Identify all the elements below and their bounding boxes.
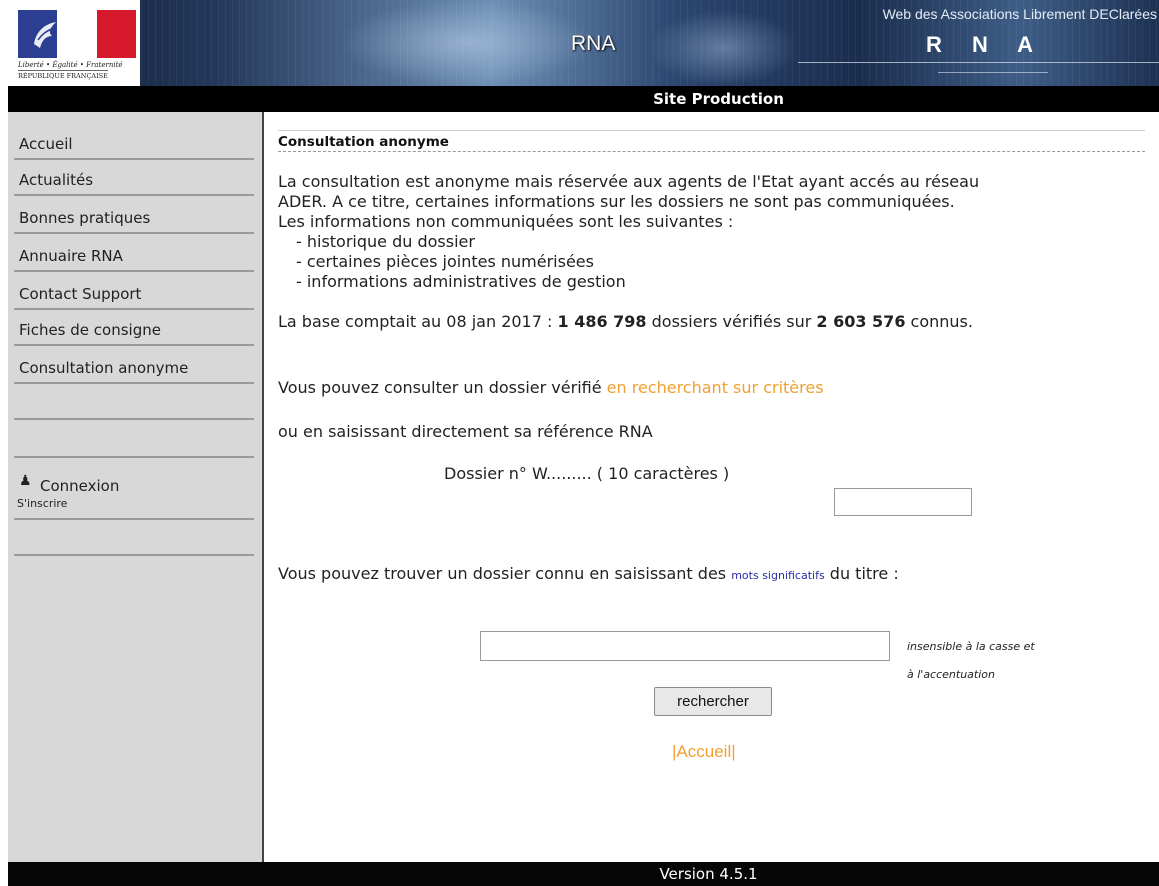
sidebar-divider xyxy=(14,520,254,556)
stats-verified-count: 1 486 798 xyxy=(557,312,647,331)
header-divider xyxy=(938,72,1048,73)
banner-decoration xyxy=(338,0,598,86)
intro-line: Les informations non communiquées sont l… xyxy=(278,212,734,231)
stats-suffix: connus. xyxy=(905,312,973,331)
intro-line: La consultation est anonyme mais réservé… xyxy=(278,172,980,191)
intro-line: ADER. A ce titre, certaines informations… xyxy=(278,192,955,211)
sidebar-item-consultation-anonyme[interactable]: Consultation anonyme xyxy=(14,348,254,384)
sidebar-item-bonnes-pratiques[interactable]: Bonnes pratiques xyxy=(14,198,254,234)
stats-known-count: 2 603 576 xyxy=(816,312,906,331)
login-block: ♟ Connexion S'inscrire xyxy=(14,460,254,520)
inscrire-link[interactable]: S'inscrire xyxy=(17,497,67,510)
sidebar-item-accueil[interactable]: Accueil xyxy=(14,124,254,160)
criteria-search-link[interactable]: en recherchant sur critères xyxy=(607,378,824,397)
user-login-icon[interactable]: ♟ xyxy=(19,473,32,489)
dossier-label: Dossier n° W......... ( 10 caractères ) xyxy=(444,464,730,483)
withheld-item: - historique du dossier xyxy=(296,232,475,251)
keyword-sentence: Vous pouvez trouver un dossier connu en … xyxy=(278,564,899,583)
banner-decoration xyxy=(648,10,798,86)
sidebar-item-annuaire-rna[interactable]: Annuaire RNA xyxy=(14,236,254,272)
header-brand: R N A xyxy=(926,32,1046,57)
header-tagline: Web des Associations Librement DEClarées xyxy=(882,6,1157,22)
main-content: Consultation anonyme La consultation est… xyxy=(266,112,1159,862)
sidebar-item-fiches-de-consigne[interactable]: Fiches de consigne xyxy=(14,310,254,346)
criteria-sentence: Vous pouvez consulter un dossier vérifié… xyxy=(278,378,824,397)
home-link-group: |Accueil| xyxy=(672,742,736,762)
sidebar: Accueil Actualités Bonnes pratiques Annu… xyxy=(8,112,264,862)
keyword-help-link[interactable]: mots significatifs xyxy=(731,569,824,582)
criteria-prefix: Vous pouvez consulter un dossier vérifié xyxy=(278,378,607,397)
stats-prefix: La base comptait au 08 jan 2017 : xyxy=(278,312,558,331)
header-center-title: RNA xyxy=(571,32,616,55)
header-divider xyxy=(798,62,1159,63)
direct-ref-sentence: ou en saisissant directement sa référenc… xyxy=(278,422,653,441)
logo-republique: RÉPUBLIQUE FRANÇAISE xyxy=(18,70,108,80)
dossier-number-input[interactable] xyxy=(834,488,972,516)
site-environment-bar: Site Production xyxy=(8,86,1159,112)
sidebar-item-contact-support[interactable]: Contact Support xyxy=(14,274,254,310)
withheld-item: - certaines pièces jointes numérisées xyxy=(296,252,594,271)
republique-francaise-logo[interactable]: Liberté • Égalité • Fraternité RÉPUBLIQU… xyxy=(8,0,140,86)
separator: | xyxy=(731,742,736,761)
marianne-icon xyxy=(34,22,56,48)
connexion-link[interactable]: Connexion xyxy=(40,477,119,495)
home-link[interactable]: Accueil xyxy=(676,742,731,761)
search-button[interactable]: rechercher xyxy=(654,687,772,716)
case-note: insensible à la casse et xyxy=(907,640,1035,653)
sidebar-item-actualites[interactable]: Actualités xyxy=(14,160,254,196)
page-title: Consultation anonyme xyxy=(278,130,1145,152)
withheld-item: - informations administratives de gestio… xyxy=(296,272,626,291)
sidebar-divider xyxy=(14,384,254,420)
keyword-prefix: Vous pouvez trouver un dossier connu en … xyxy=(278,564,732,583)
stats-middle: dossiers vérifiés sur xyxy=(646,312,817,331)
header-banner: Liberté • Égalité • Fraternité RÉPUBLIQU… xyxy=(8,0,1159,86)
sidebar-divider xyxy=(14,422,254,458)
logo-devise: Liberté • Égalité • Fraternité xyxy=(18,61,123,69)
keyword-suffix: du titre : xyxy=(824,564,899,583)
database-stats: La base comptait au 08 jan 2017 : 1 486 … xyxy=(278,312,973,331)
title-search-input[interactable] xyxy=(480,631,890,661)
accent-note: à l'accentuation xyxy=(907,668,995,681)
version-footer: Version 4.5.1 xyxy=(8,862,1159,886)
